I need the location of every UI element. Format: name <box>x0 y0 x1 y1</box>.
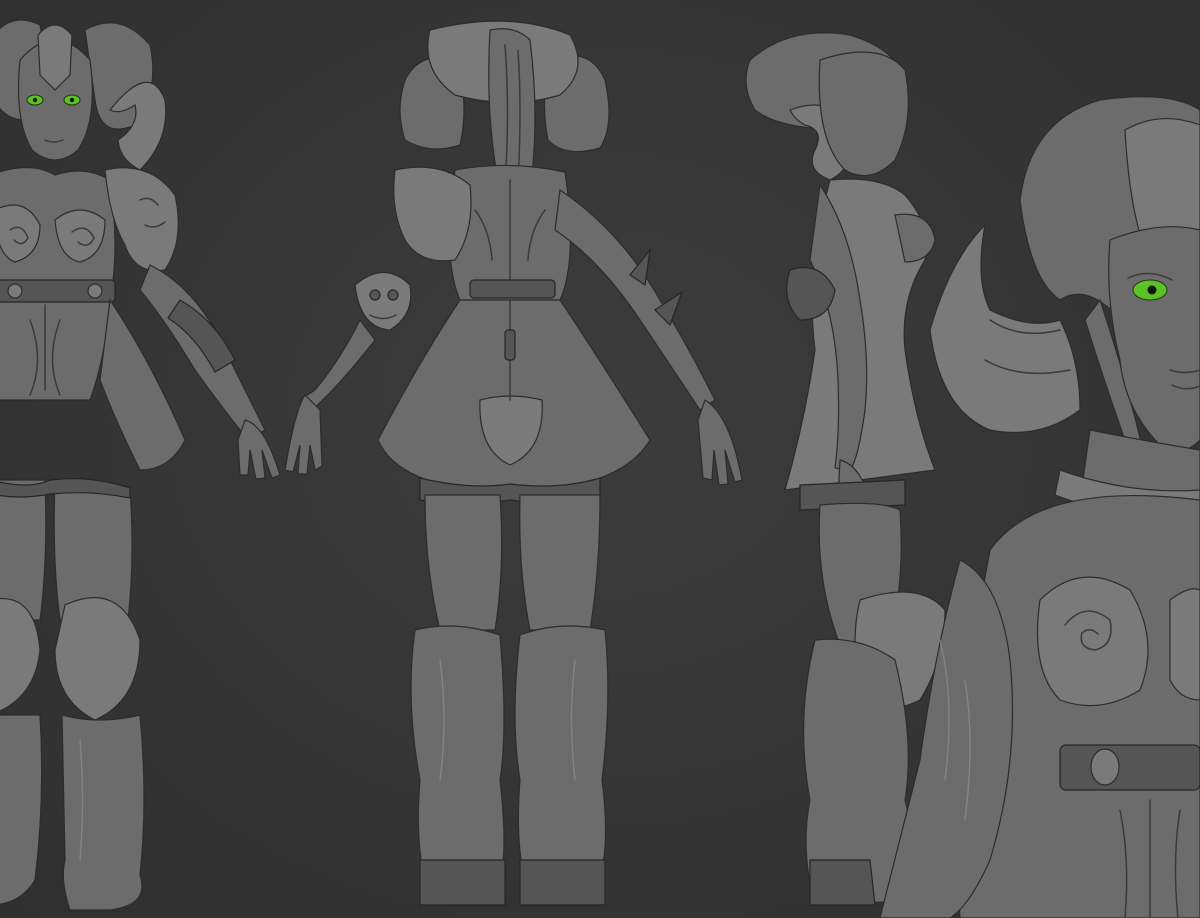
back-skull-elbow <box>354 272 412 331</box>
turnaround-canvas <box>0 19 1200 918</box>
front-knee-guard-right <box>54 597 141 721</box>
side-boot-heel <box>809 859 876 906</box>
back-hand-left <box>284 394 323 475</box>
back-belt <box>469 279 556 299</box>
closeup-belt <box>1059 744 1200 791</box>
back-thigh-right <box>519 494 601 631</box>
back-boot-left <box>410 625 505 881</box>
front-boot-right <box>61 714 145 911</box>
closeup-view-figure <box>879 96 1200 918</box>
back-view-figure <box>284 20 743 906</box>
closeup-bust-right <box>1169 588 1200 701</box>
front-boot-left <box>0 714 43 905</box>
closeup-bust <box>1036 576 1149 707</box>
back-arm-left <box>298 318 376 411</box>
front-view-figure <box>0 19 281 911</box>
front-hand <box>237 419 281 480</box>
sculpt-turnaround-render <box>0 0 1200 918</box>
back-boot-right <box>514 625 609 881</box>
back-thigh-left <box>424 494 503 631</box>
back-hand-right <box>697 399 743 486</box>
back-skull-shoulder <box>393 166 472 262</box>
front-skull-shoulder <box>104 167 179 272</box>
